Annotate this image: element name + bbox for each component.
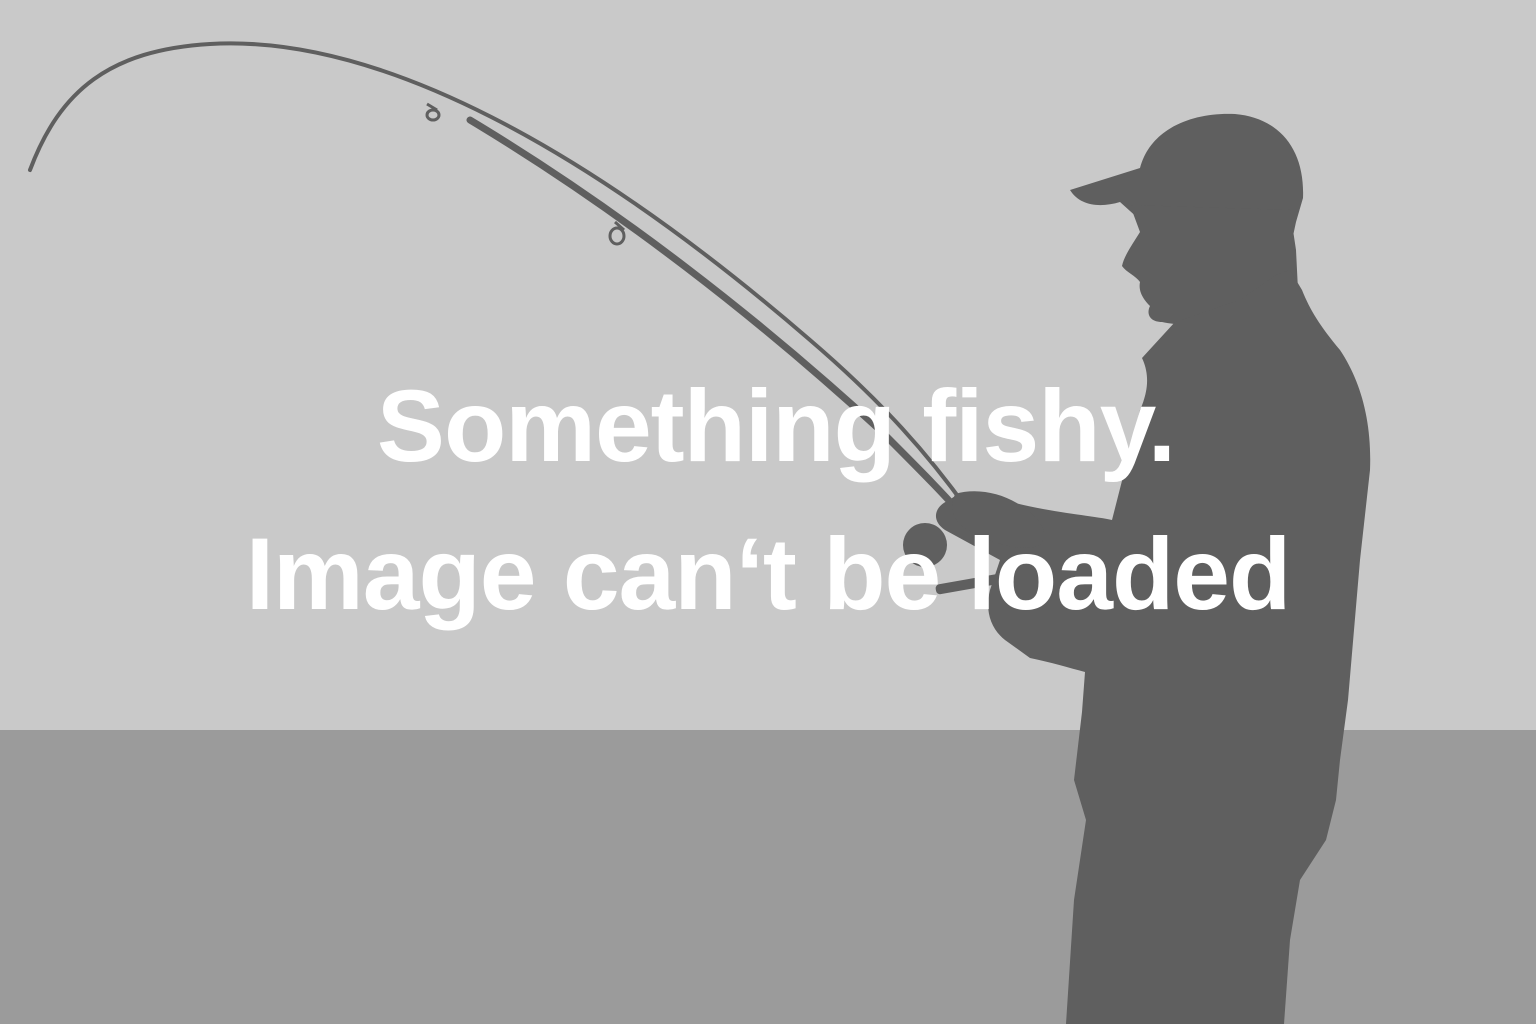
fishing-illustration xyxy=(28,41,1371,1024)
error-headline: Something fishy. xyxy=(376,369,1176,483)
error-placeholder: Something fishy. Image can‘t be loaded xyxy=(0,0,1536,1024)
error-detail: Image can‘t be loaded xyxy=(245,517,1292,631)
